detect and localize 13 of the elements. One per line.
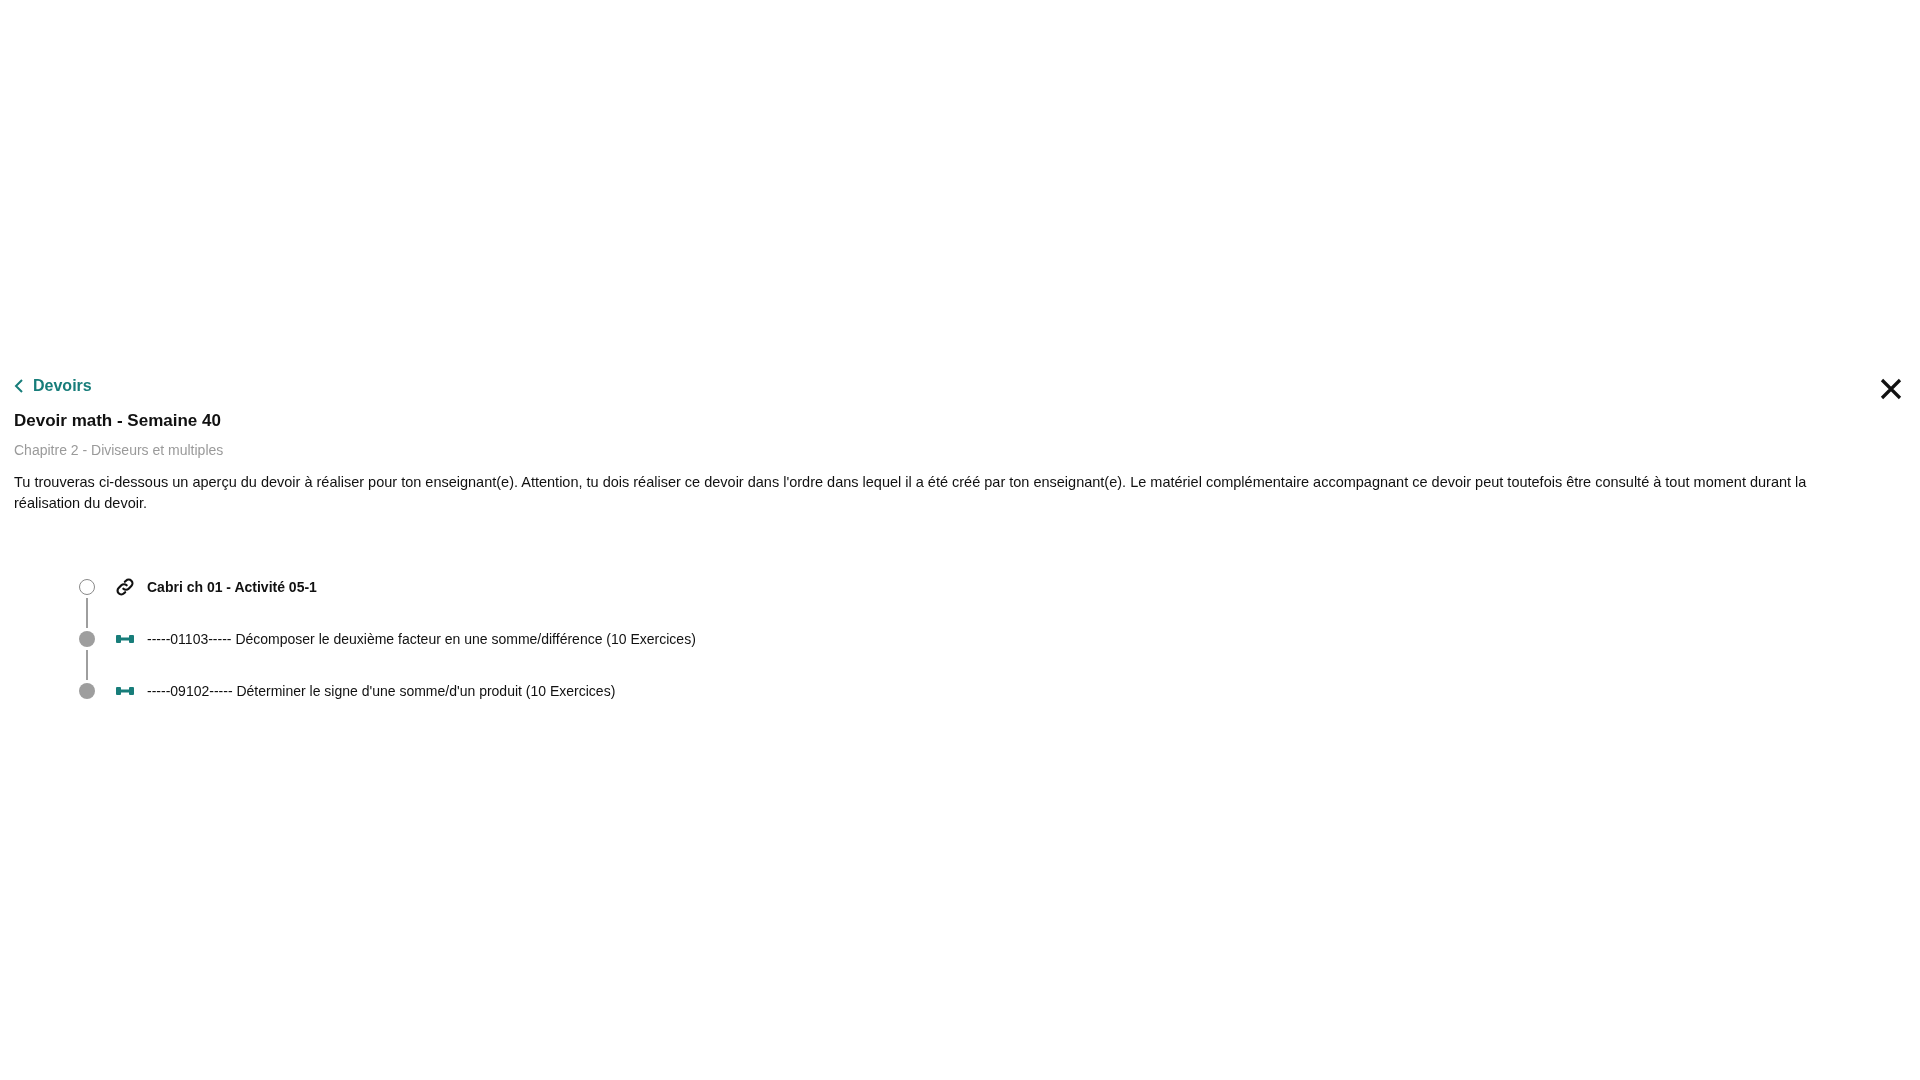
activity-title[interactable]: -----09102----- Déterminer le signe d'une somme/d'un produit (10 Exercices) [147,683,616,699]
link-icon [115,577,135,597]
close-icon[interactable] [1880,378,1902,400]
step-dot [79,579,95,595]
description-text: Tu trouveras ci-dessous un aperçu du devoir à réaliser pour ton enseignant(e). Attention, tu dois réaliser ce devoir dans l'ordre dans lequel il a été créé par ton enseignant(e). Le matériel complémentaire accompagnant ce devoir peut toutefois être consulté à tout moment durant la réalisation du devoir. [14,473,1808,513]
chevron-left-icon [14,379,24,393]
step-dot [79,631,95,647]
activity-title[interactable]: Cabri ch 01 - Activité 05-1 [147,579,317,595]
chapter-subtitle: Chapitre 2 - Diviseurs et multiples [14,442,225,458]
assignment-title: Devoir math - Semaine 40 [14,411,222,431]
back-link[interactable]: Devoirs [14,373,92,399]
step-dot [79,683,95,699]
activity-title[interactable]: -----01103----- Décomposer le deuxième facteur en une somme/différence (10 Exercices) [147,631,696,647]
